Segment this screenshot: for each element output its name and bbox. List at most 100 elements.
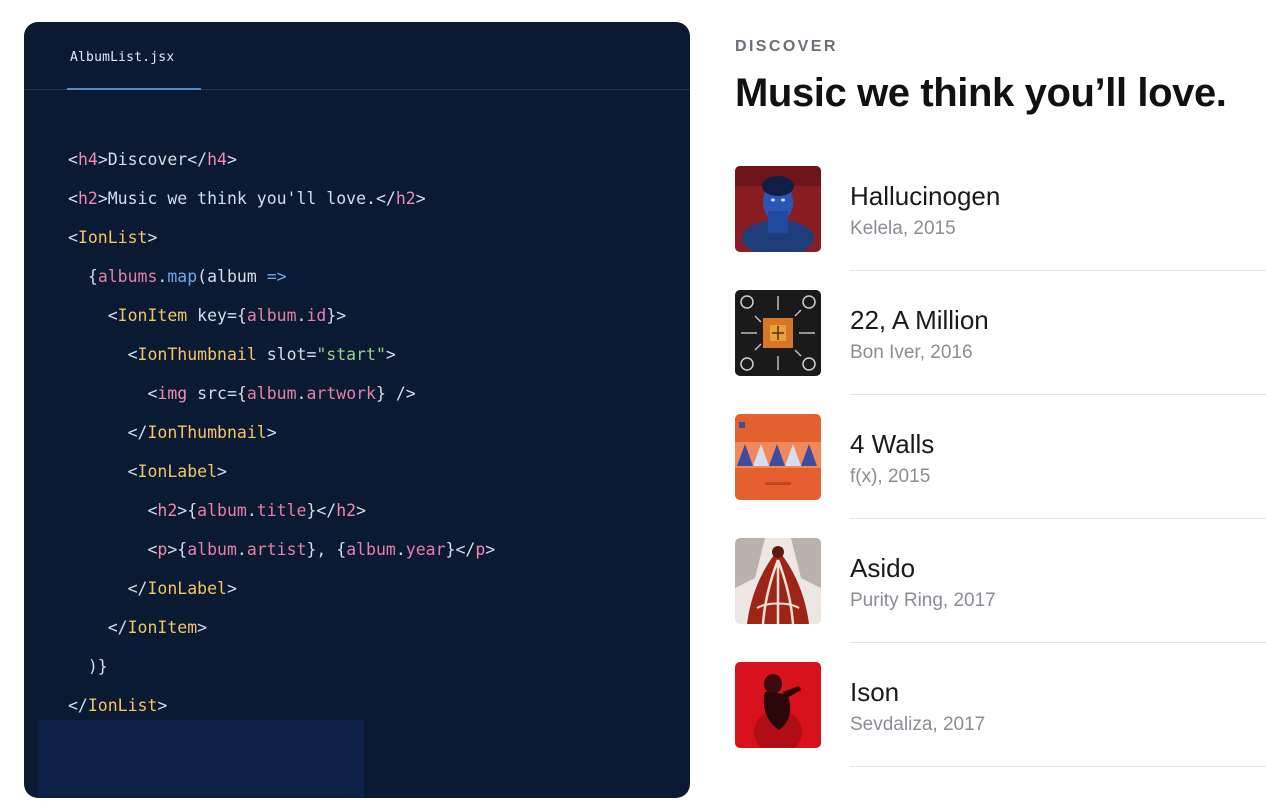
code-token: IonLabel xyxy=(147,579,227,598)
code-token: key xyxy=(187,306,227,325)
album-title: Asido xyxy=(850,553,916,583)
list-item[interactable]: Ison Sevdaliza, 2017 xyxy=(700,649,1266,773)
code-line: <IonLabel> xyxy=(68,461,495,500)
code-token: IonLabel xyxy=(137,462,218,481)
code-line: <img src={album.artwork} /> xyxy=(68,383,495,422)
code-line: <h2>{album.title}</h2> xyxy=(68,500,495,539)
code-token: >Music we think you'll love.</ xyxy=(97,189,396,208)
code-token: album xyxy=(197,501,247,520)
code-token: > xyxy=(415,189,426,208)
code-token: IonThumbnail xyxy=(137,345,257,364)
code-token: h2 xyxy=(77,189,98,208)
code-token: </ xyxy=(68,579,148,598)
code-token: > xyxy=(266,423,277,442)
code-token: < xyxy=(68,306,118,325)
code-token: > xyxy=(217,462,227,481)
code-token: img xyxy=(157,384,188,403)
active-tab-indicator xyxy=(67,88,201,90)
album-art-hallucinogen-icon xyxy=(735,166,821,252)
code-token: >{ xyxy=(167,540,188,559)
album-art-ison-icon xyxy=(735,662,821,748)
code-token: id xyxy=(306,306,327,325)
code-token: h2 xyxy=(336,501,357,520)
album-artist-year: Purity Ring, 2017 xyxy=(850,590,996,611)
code-token: > xyxy=(197,618,208,637)
code-token: > xyxy=(356,501,367,520)
code-token: </ xyxy=(68,423,148,442)
album-artist-year: Bon Iver, 2016 xyxy=(850,342,973,363)
item-divider xyxy=(850,270,1266,271)
code-token: . xyxy=(246,501,257,520)
section-eyebrow: DISCOVER xyxy=(735,38,838,55)
code-token: IonList xyxy=(77,228,148,247)
code-token: h2 xyxy=(395,189,416,208)
list-item[interactable]: 22, A Million Bon Iver, 2016 xyxy=(700,277,1266,401)
code-token: (album xyxy=(197,267,267,286)
code-token: slot xyxy=(256,345,307,364)
code-token: src xyxy=(187,384,227,403)
code-token: p xyxy=(475,540,486,559)
code-token: < xyxy=(68,462,138,481)
list-item[interactable]: 4 Walls f(x), 2015 xyxy=(700,401,1266,525)
code-token: h4 xyxy=(77,150,98,169)
item-divider xyxy=(850,642,1266,643)
code-token: => xyxy=(266,267,287,286)
code-token: IonItem xyxy=(127,618,198,637)
code-token: album xyxy=(246,384,297,403)
item-divider xyxy=(850,766,1266,767)
code-token: }, { xyxy=(306,540,347,559)
code-line: <p>{album.artist}, {album.year}</p> xyxy=(68,539,495,578)
code-token: albums xyxy=(97,267,158,286)
code-line: <h2>Music we think you'll love.</h2> xyxy=(68,188,495,227)
list-item[interactable]: Asido Purity Ring, 2017 xyxy=(700,525,1266,649)
code-token: year xyxy=(405,540,446,559)
code-token: > xyxy=(226,579,237,598)
code-token: < xyxy=(68,540,158,559)
album-title: Ison xyxy=(850,677,900,707)
code-token: > xyxy=(147,228,158,247)
item-divider xyxy=(850,394,1266,395)
code-token: "start" xyxy=(316,345,386,364)
code-token: < xyxy=(68,501,158,520)
code-token: > xyxy=(157,696,168,715)
code-token: > xyxy=(485,540,496,559)
code-token: ={ xyxy=(226,306,247,325)
code-line: </IonThumbnail> xyxy=(68,422,495,461)
album-art-22-a-million-icon xyxy=(735,290,821,376)
code-token: IonItem xyxy=(117,306,188,325)
album-artist-year: f(x), 2015 xyxy=(850,466,931,487)
code-editor-panel: AlbumList.jsx <h4>Discover</h4> <h2>Music… xyxy=(24,22,690,798)
code-token: > xyxy=(385,345,396,364)
code-token: > xyxy=(226,150,237,169)
list-item[interactable]: Hallucinogen Kelela, 2015 xyxy=(700,153,1266,277)
code-token: h4 xyxy=(207,150,227,169)
code-token: . xyxy=(296,306,307,325)
code-token: . xyxy=(236,540,247,559)
code-token: IonThumbnail xyxy=(147,423,267,442)
file-tab[interactable]: AlbumList.jsx xyxy=(70,50,174,65)
code-token: ={ xyxy=(226,384,247,403)
code-token: < xyxy=(68,150,78,169)
code-line: {albums.map(album => xyxy=(68,266,495,305)
code-token: . xyxy=(296,384,307,403)
code-line: <IonThumbnail slot="start"> xyxy=(68,344,495,383)
album-artist-year: Sevdaliza, 2017 xyxy=(850,714,986,735)
code-token: album xyxy=(246,306,297,325)
app-preview: DISCOVER Music we think you’ll love. Hal… xyxy=(700,0,1266,801)
code-token: p xyxy=(157,540,168,559)
code-line: )} xyxy=(68,656,495,695)
code-token: artwork xyxy=(306,384,376,403)
code-token: album xyxy=(346,540,396,559)
code-token: }</ xyxy=(306,501,337,520)
code-token: < xyxy=(68,345,138,364)
code-token: map xyxy=(167,267,198,286)
code-token: </ xyxy=(68,618,128,637)
code-token: title xyxy=(256,501,307,520)
code-token: = xyxy=(306,345,317,364)
code-token: )} xyxy=(68,657,108,676)
page-title: Music we think you’ll love. xyxy=(735,71,1227,115)
code-line: <IonList> xyxy=(68,227,495,266)
code-token: </ xyxy=(68,696,88,715)
editor-tab-bar: AlbumList.jsx xyxy=(24,22,690,90)
album-art-4-walls-icon xyxy=(735,414,821,500)
